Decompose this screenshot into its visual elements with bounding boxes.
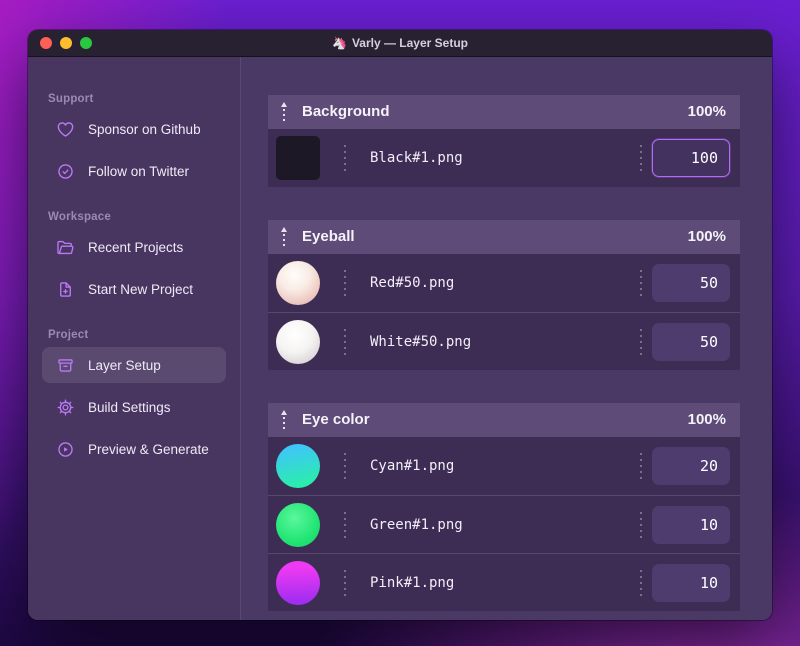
layer-filename: Red#50.png	[370, 275, 455, 291]
layer-filename: White#50.png	[370, 333, 472, 350]
drag-handle-icon[interactable]	[278, 226, 290, 247]
sidebar-section-workspace: Workspace Recent Projects Start New Proj…	[42, 211, 226, 307]
layer-filename: Pink#1.png	[370, 574, 455, 591]
layer-weight-input[interactable]	[652, 264, 730, 302]
sidebar-section-support: Support Sponsor on Github Follow on Twit…	[42, 93, 226, 189]
folder-icon	[56, 238, 75, 257]
zoom-button[interactable]	[80, 37, 92, 49]
divider-dots-icon	[344, 145, 346, 171]
layer-row[interactable]: White#50.png	[268, 312, 740, 370]
window-body: Support Sponsor on Github Follow on Twit…	[28, 57, 772, 620]
layer-row[interactable]: Cyan#1.png	[268, 437, 740, 495]
group-rows: Red#50.png White#50.png	[268, 253, 740, 370]
group-name: Eyeball	[302, 228, 355, 245]
archive-box-icon	[56, 356, 75, 375]
layer-weight-input[interactable]	[652, 563, 730, 602]
section-label-workspace: Workspace	[48, 211, 111, 223]
layer-thumbnail	[276, 319, 320, 364]
divider-dots-icon	[344, 511, 346, 538]
traffic-lights	[40, 30, 92, 56]
sidebar-item-build-settings[interactable]: Build Settings	[42, 389, 226, 425]
layer-weight-input[interactable]	[652, 322, 730, 361]
layer-row[interactable]: Green#1.png	[268, 495, 740, 553]
divider-dots-icon	[640, 328, 642, 355]
divider-dots-icon	[640, 569, 642, 596]
divider-dots-icon	[344, 453, 346, 479]
divider-dots-icon	[344, 270, 346, 296]
sidebar-item-preview-generate[interactable]: Preview & Generate	[42, 431, 226, 467]
divider-dots-icon	[640, 270, 642, 296]
window-title-text: Varly — Layer Setup	[351, 36, 468, 50]
group-name: Background	[302, 103, 390, 120]
section-label-support: Support	[48, 93, 94, 105]
sidebar-item-label: Layer Setup	[88, 357, 161, 373]
layer-group-eyeball: Eyeball 100% Red#50.png 50 White#50.png …	[268, 220, 740, 370]
unicorn-app-icon: 🦄	[331, 36, 347, 50]
layer-group-background: Background 100% Black#1.png	[268, 95, 740, 187]
minimize-button[interactable]	[60, 37, 72, 49]
group-weight: 100%	[687, 228, 726, 245]
group-header[interactable]: Eye color 100%	[268, 403, 740, 436]
layer-filename: Black#1.png	[370, 150, 463, 166]
layer-weight-input[interactable]	[652, 505, 730, 544]
sidebar-item-label: Recent Projects	[88, 239, 184, 255]
sidebar-item-label: Follow on Twitter	[88, 163, 190, 179]
layer-thumbnail	[276, 444, 320, 488]
group-header[interactable]: Background 100%	[268, 95, 740, 128]
drag-handle-icon[interactable]	[278, 409, 290, 430]
layer-group-eye-color: Eye color 100% Cyan#1.png 20 Green#1.png…	[268, 403, 740, 611]
sidebar-item-layer-setup[interactable]: Layer Setup	[42, 347, 226, 383]
group-rows: Black#1.png	[268, 128, 740, 187]
layer-filename: Green#1.png	[370, 516, 463, 533]
sidebar-item-follow-twitter[interactable]: Follow on Twitter	[42, 153, 226, 189]
divider-dots-icon	[344, 328, 346, 355]
gear-icon	[56, 398, 75, 417]
layer-filename: Cyan#1.png	[370, 458, 455, 474]
sidebar-item-recent-projects[interactable]: Recent Projects	[42, 229, 226, 265]
window-titlebar[interactable]: 🦄 Varly — Layer Setup	[28, 30, 772, 57]
layer-thumbnail	[276, 261, 320, 305]
window-title: 🦄 Varly — Layer Setup	[332, 36, 468, 50]
sidebar-item-label: Sponsor on Github	[88, 121, 201, 137]
sidebar-item-label: Start New Project	[88, 281, 194, 297]
file-plus-icon	[56, 280, 75, 299]
group-name: Eye color	[302, 411, 370, 428]
layer-row[interactable]: Pink#1.png	[268, 553, 740, 611]
drag-handle-icon[interactable]	[278, 101, 290, 122]
layer-thumbnail	[276, 502, 320, 547]
sidebar-item-label: Preview & Generate	[88, 441, 209, 457]
group-weight: 100%	[687, 411, 726, 428]
sidebar-section-project: Project Layer Setup Build Settings Previ…	[42, 329, 226, 467]
group-rows: Cyan#1.png Green#1.png	[268, 436, 740, 611]
layer-thumbnail	[276, 136, 320, 180]
close-button[interactable]	[40, 37, 52, 49]
sidebar-item-start-new-project[interactable]: Start New Project	[42, 271, 226, 307]
layer-setup-panel: Background 100% Black#1.png 100 Eyeball …	[240, 57, 772, 620]
divider-dots-icon	[640, 453, 642, 479]
section-label-project: Project	[48, 329, 89, 341]
sidebar-item-label: Build Settings	[88, 399, 171, 415]
badge-check-icon	[56, 162, 75, 181]
sidebar: Support Sponsor on Github Follow on Twit…	[28, 57, 240, 620]
heart-icon	[56, 120, 75, 139]
sidebar-item-sponsor-github[interactable]: Sponsor on Github	[42, 111, 226, 147]
layer-row[interactable]: Black#1.png	[268, 129, 740, 187]
group-weight: 100%	[687, 103, 726, 120]
layer-weight-input[interactable]	[652, 139, 730, 177]
play-circle-icon	[56, 440, 75, 459]
layer-weight-input[interactable]	[652, 447, 730, 485]
layer-thumbnail	[276, 560, 320, 605]
group-header[interactable]: Eyeball 100%	[268, 220, 740, 253]
divider-dots-icon	[640, 145, 642, 171]
divider-dots-icon	[640, 511, 642, 538]
layer-row[interactable]: Red#50.png	[268, 254, 740, 312]
app-window: 🦄 Varly — Layer Setup Support Sponsor on…	[28, 30, 772, 620]
divider-dots-icon	[344, 569, 346, 596]
